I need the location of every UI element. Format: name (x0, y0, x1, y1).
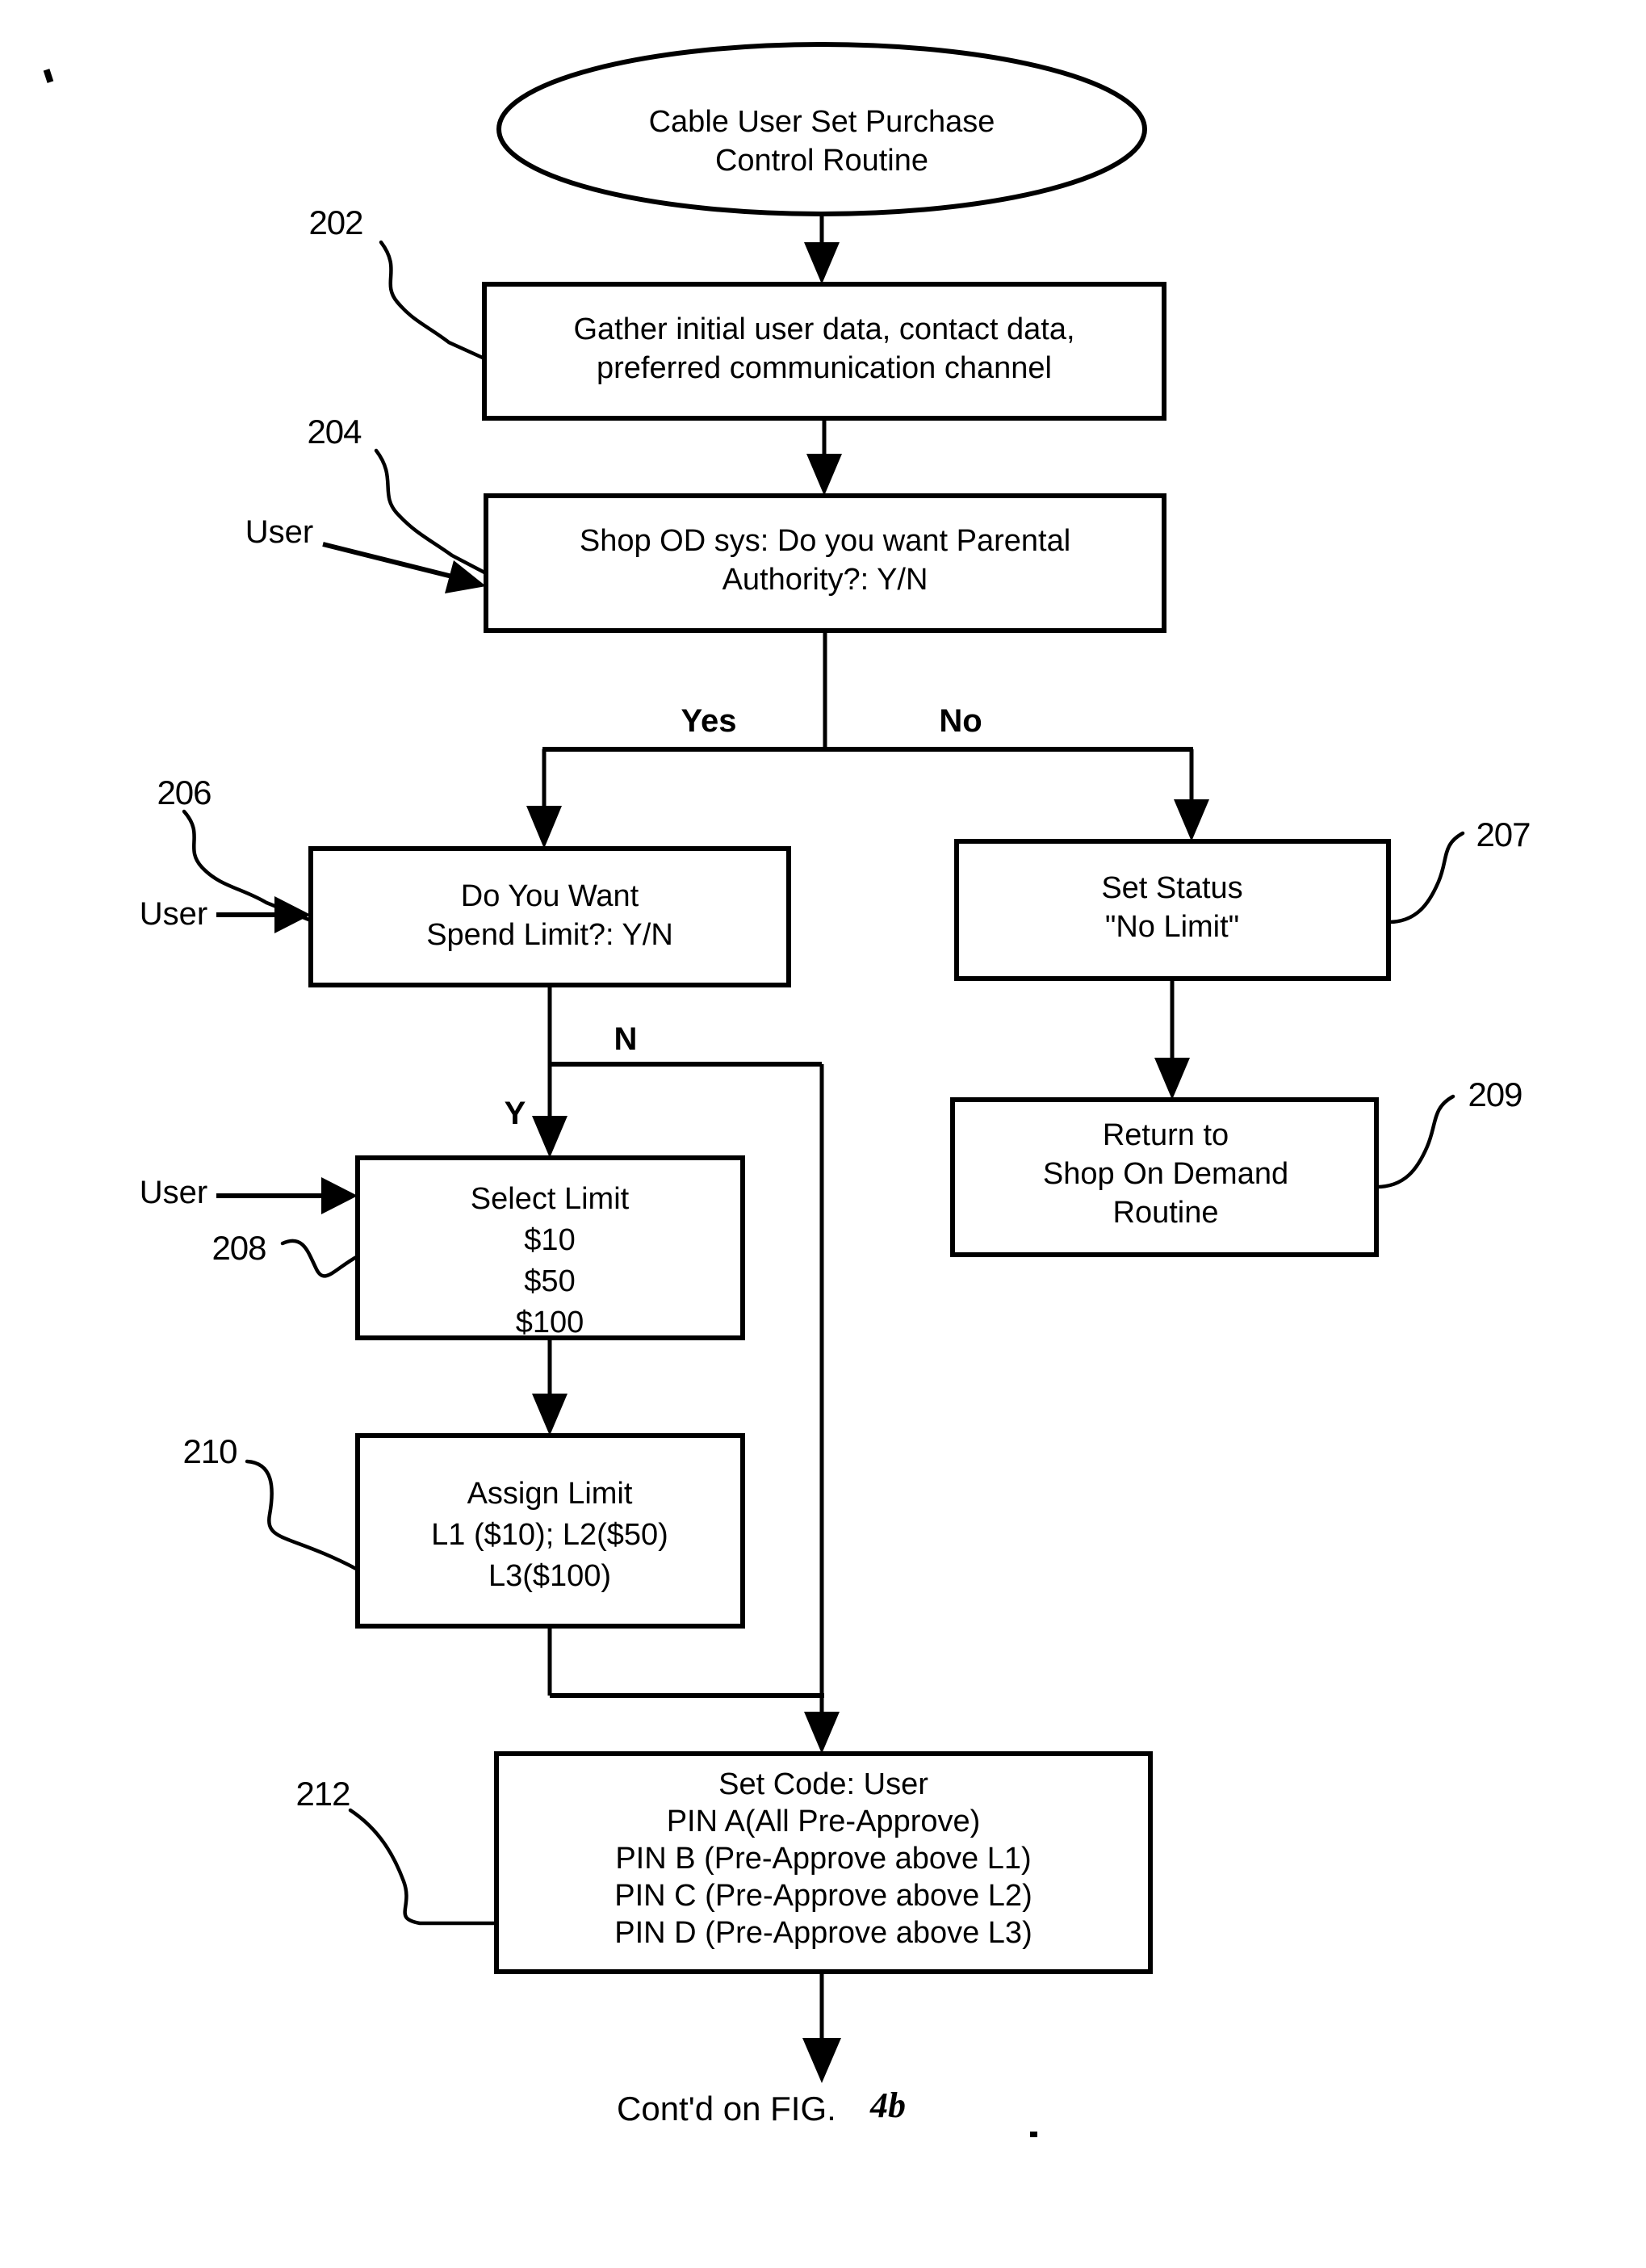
leader-line-204 (374, 448, 488, 576)
arrowhead-y-to-208 (532, 1116, 568, 1158)
node-208-line-4: $100 (516, 1306, 584, 1339)
node-206-line-1: Do You Want (461, 879, 639, 913)
node-210-line-1: Assign Limit (467, 1477, 633, 1511)
flowchart-canvas: Cable User Set Purchase Control Routine … (43, 42, 1531, 2137)
node-210-line-3: L3($100) (488, 1559, 611, 1593)
ref-number-212: 212 (295, 1775, 350, 1813)
ref-number-208: 208 (212, 1229, 266, 1267)
leader-line-212 (348, 1808, 499, 1926)
node-206-shape (308, 846, 791, 987)
ref-number-209: 209 (1468, 1075, 1522, 1113)
leader-line-208 (280, 1239, 360, 1278)
node-206-line-2: Spend Limit?: Y/N (426, 918, 673, 952)
node-208-line-2: $10 (524, 1223, 575, 1257)
node-202-line-2: preferred communication channel (597, 351, 1052, 385)
node-209-line-3: Routine (1113, 1196, 1219, 1230)
arrowhead-user-to-206 (274, 896, 311, 933)
node-209-line-1: Return to (1103, 1118, 1229, 1152)
ref-number-204: 204 (307, 413, 362, 451)
node-207-line-2: "No Limit" (1105, 910, 1239, 944)
branch-label-no: No (939, 703, 982, 739)
footer-continued-label: Cont'd on FIG. (617, 2090, 836, 2128)
arrowhead-user-to-204 (445, 560, 486, 593)
node-207-line-1: Set Status (1101, 871, 1242, 905)
arrowhead-user-to-208 (321, 1177, 358, 1214)
ref-number-206: 206 (157, 773, 211, 811)
arrowhead-merge-to-212 (804, 1712, 840, 1754)
arrowhead-207-to-209 (1154, 1058, 1190, 1100)
leader-line-207 (1386, 831, 1465, 924)
node-212-line-5: PIN D (Pre-Approve above L3) (614, 1916, 1032, 1950)
patent-figure-page: Cable User Set Purchase Control Routine … (0, 0, 1646, 2268)
arrowhead-no-to-207 (1174, 799, 1209, 841)
actor-label-user-204: User (245, 514, 313, 550)
node-208-line-3: $50 (524, 1264, 575, 1298)
leader-line-209 (1374, 1094, 1455, 1189)
scan-speck (1030, 2132, 1037, 2137)
start-line-1: Cable User Set Purchase (649, 105, 995, 139)
actor-label-user-206: User (140, 896, 207, 932)
leader-line-202 (379, 240, 487, 361)
branch-label-n: N (614, 1021, 638, 1057)
arrowhead-start-to-202 (804, 242, 840, 284)
arrowhead-208-to-210 (532, 1394, 568, 1436)
ref-number-202: 202 (308, 203, 362, 241)
scan-speck-corner (43, 69, 54, 83)
node-212-line-4: PIN C (Pre-Approve above L2) (614, 1879, 1032, 1913)
node-208-line-1: Select Limit (471, 1182, 630, 1216)
node-212-line-3: PIN B (Pre-Approve above L1) (615, 1842, 1031, 1876)
connector-user-to-204 (322, 542, 459, 581)
node-204-line-1: Shop OD sys: Do you want Parental (580, 524, 1070, 558)
node-212-line-2: PIN A(All Pre-Approve) (667, 1805, 981, 1838)
node-210-line-2: L1 ($10); L2($50) (431, 1518, 668, 1552)
node-202-line-1: Gather initial user data, contact data, (573, 312, 1074, 346)
arrowhead-202-to-204 (806, 454, 842, 496)
branch-label-y: Y (505, 1096, 526, 1131)
node-204-line-2: Authority?: Y/N (722, 563, 928, 597)
actor-label-user-208: User (140, 1175, 207, 1210)
arrowhead-212-to-footer (802, 2038, 841, 2083)
start-line-2: Control Routine (715, 144, 928, 178)
footer-figure-number: 4b (869, 2086, 906, 2125)
node-212-line-1: Set Code: User (718, 1767, 928, 1801)
branch-label-yes: Yes (681, 703, 737, 739)
arrowhead-yes-to-206 (526, 806, 562, 849)
node-209-line-2: Shop On Demand (1043, 1157, 1288, 1191)
ref-number-207: 207 (1476, 815, 1530, 853)
ref-number-210: 210 (182, 1432, 237, 1470)
leader-line-210 (245, 1459, 360, 1572)
